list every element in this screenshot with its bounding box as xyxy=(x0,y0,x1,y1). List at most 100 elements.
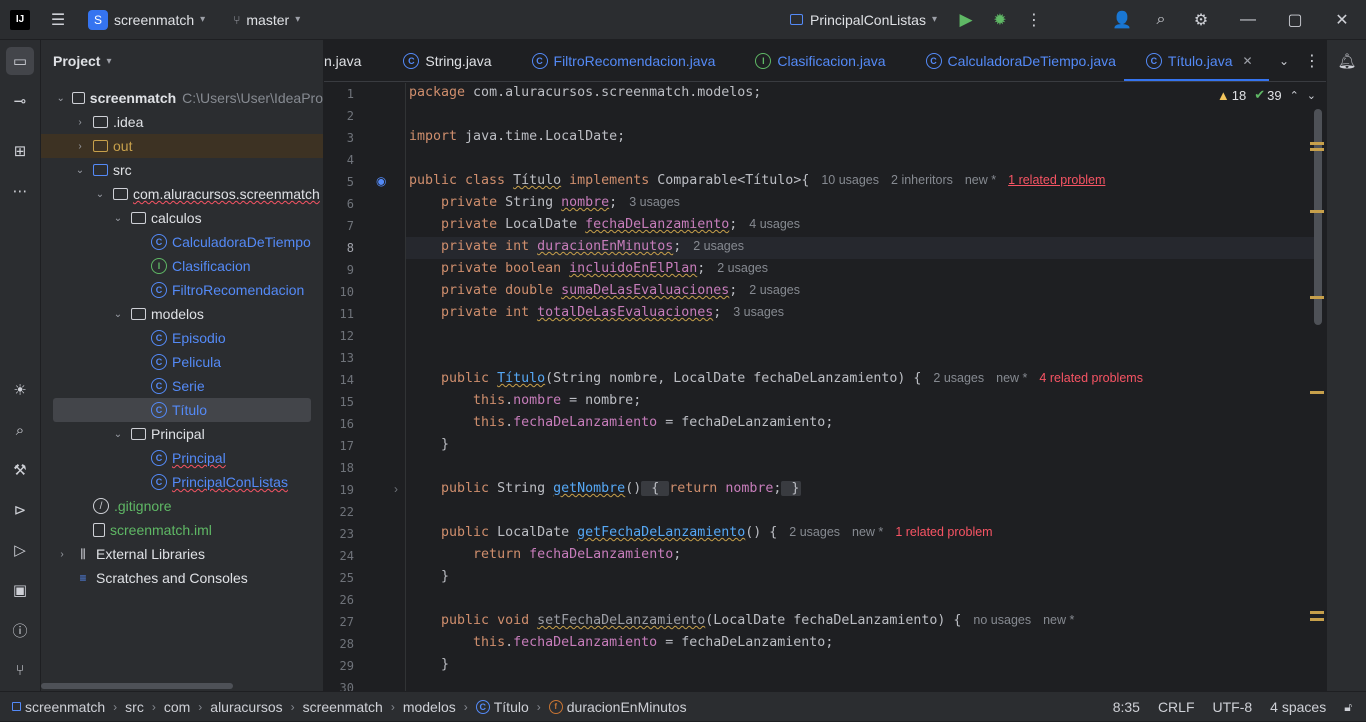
tree-item-iml[interactable]: screenmatch.iml xyxy=(41,518,323,542)
structure-icon[interactable]: ⊞ xyxy=(6,137,34,165)
debug-tool-icon[interactable]: ☀ xyxy=(6,376,34,404)
caret-position[interactable]: 8:35 xyxy=(1113,699,1140,715)
usages-hint[interactable]: 4 usages xyxy=(749,217,800,231)
tree-item-out[interactable]: › out xyxy=(41,134,323,158)
inspection-widget[interactable]: ▲ 18 ✔ 39 ⌃ ⌄ xyxy=(1217,87,1316,103)
warning-stripe[interactable] xyxy=(1310,210,1324,213)
tree-item-modelos[interactable]: ⌄ modelos xyxy=(41,302,323,326)
run-tool-icon[interactable]: ▷ xyxy=(6,536,34,564)
search-icon[interactable]: ⌕ xyxy=(1141,0,1181,40)
breadcrumb-item[interactable]: Título xyxy=(494,699,529,715)
find-icon[interactable]: ⌕ xyxy=(6,416,34,444)
file-encoding[interactable]: UTF-8 xyxy=(1213,699,1253,715)
build-icon[interactable]: ⚒ xyxy=(6,456,34,484)
maximize-icon[interactable]: ▢ xyxy=(1275,0,1315,40)
notifications-icon[interactable]: 🔔︎ xyxy=(1333,47,1361,75)
next-highlight-icon[interactable]: ⌄ xyxy=(1307,89,1316,102)
horizontal-scrollbar[interactable] xyxy=(41,683,233,689)
run-config-selector[interactable]: PrincipalConListas ▾ xyxy=(790,0,937,40)
usages-hint[interactable]: 3 usages xyxy=(733,305,784,319)
breadcrumb-item[interactable]: screenmatch xyxy=(303,699,383,715)
author-hint[interactable]: new * xyxy=(996,371,1027,385)
project-panel-header[interactable]: Project ▾ xyxy=(41,40,323,82)
usages-hint[interactable]: 2 usages xyxy=(933,371,984,385)
tree-item-principal[interactable]: C Principal xyxy=(41,446,323,470)
project-switcher[interactable]: S screenmatch ▾ xyxy=(88,0,205,40)
tab-calculadora-java[interactable]: C CalculadoraDeTiempo.java xyxy=(902,40,1132,81)
tree-item-package-root[interactable]: ⌄ com.aluracursos.screenmatch xyxy=(41,182,323,206)
fold-arrow-icon[interactable]: › xyxy=(394,482,398,496)
folded-region[interactable]: } xyxy=(781,481,802,496)
author-hint[interactable]: new * xyxy=(852,525,883,539)
tree-item-titulo[interactable]: C Título xyxy=(53,398,311,422)
tab-string-java[interactable]: C String.java xyxy=(377,40,507,81)
usages-hint[interactable]: no usages xyxy=(973,613,1031,627)
vcs-branch-widget[interactable]: ⑂ master ▾ xyxy=(233,0,300,40)
commit-icon[interactable]: ⊸ xyxy=(6,87,34,115)
related-problem-link[interactable]: 1 related problem xyxy=(895,525,992,539)
tab-clasificacion-java[interactable]: I Clasificacion.java xyxy=(731,40,901,81)
tree-item-scratches[interactable]: ≡ Scratches and Consoles xyxy=(41,566,323,590)
tree-item-episodio[interactable]: C Episodio xyxy=(41,326,323,350)
previous-highlight-icon[interactable]: ⌃ xyxy=(1290,89,1299,102)
code-with-me-icon[interactable]: 👤 xyxy=(1102,0,1142,40)
warning-stripe[interactable] xyxy=(1310,611,1324,614)
tree-item-calculadora[interactable]: C CalculadoraDeTiempo xyxy=(41,230,323,254)
intellij-logo[interactable]: IJ xyxy=(10,9,30,30)
read-only-lock-icon[interactable]: 🔓︎ xyxy=(1344,700,1352,715)
tab-list-chevron-icon[interactable]: ⌄ xyxy=(1270,41,1298,81)
usages-hint[interactable]: 10 usages xyxy=(821,173,879,187)
minimize-icon[interactable]: — xyxy=(1228,0,1268,40)
usages-hint[interactable]: 3 usages xyxy=(629,195,680,209)
tree-item-clasificacion[interactable]: I Clasificacion xyxy=(41,254,323,278)
tab-titulo-java[interactable]: C Título.java ✕ xyxy=(1123,40,1269,81)
more-actions-icon[interactable]: ⋮ xyxy=(1014,0,1054,40)
breadcrumb-item[interactable]: com xyxy=(164,699,190,715)
services-icon[interactable]: ⊳ xyxy=(6,496,34,524)
tree-item-principalconlistas[interactable]: C PrincipalConListas xyxy=(41,470,323,494)
warning-stripe[interactable] xyxy=(1310,618,1324,621)
breadcrumb-item[interactable]: aluracursos xyxy=(210,699,282,715)
tree-item-src[interactable]: ⌄ src xyxy=(41,158,323,182)
warning-stripe[interactable] xyxy=(1310,142,1324,145)
related-problem-link[interactable]: 1 related problem xyxy=(1008,173,1105,187)
breadcrumb-item[interactable]: screenmatch xyxy=(25,699,105,715)
project-folder-icon[interactable]: ▭ xyxy=(6,47,34,75)
terminal-icon[interactable]: ▣ xyxy=(6,576,34,604)
settings-icon[interactable]: ⚙ xyxy=(1181,0,1221,40)
line-separator[interactable]: CRLF xyxy=(1158,699,1195,715)
tree-item-serie[interactable]: C Serie xyxy=(41,374,323,398)
tree-item-filtro[interactable]: C FiltroRecomendacion xyxy=(41,278,323,302)
tree-item-idea[interactable]: › .idea xyxy=(41,110,323,134)
breadcrumb-item[interactable]: src xyxy=(125,699,144,715)
main-menu-icon[interactable]: ☰ xyxy=(38,0,78,40)
problems-icon[interactable]: ⓘ xyxy=(6,616,34,644)
tree-item-pelicula[interactable]: C Pelicula xyxy=(41,350,323,374)
tree-item-external-libraries[interactable]: › ⫼ External Libraries xyxy=(41,542,323,566)
usages-hint[interactable]: 2 usages xyxy=(693,239,744,253)
tree-item-gitignore[interactable]: / .gitignore xyxy=(41,494,323,518)
tab-more-icon[interactable]: ⋮ xyxy=(1298,41,1326,81)
warning-stripe[interactable] xyxy=(1310,391,1324,394)
tree-item-calculos[interactable]: ⌄ calculos xyxy=(41,206,323,230)
warning-stripe[interactable] xyxy=(1310,148,1324,151)
inheritors-hint[interactable]: 2 inheritors xyxy=(891,173,953,187)
tree-item-screenmatch[interactable]: ⌄ screenmatch C:\Users\User\IdeaPro xyxy=(41,86,323,110)
breadcrumb-item[interactable]: modelos xyxy=(403,699,456,715)
tab-filtro-java[interactable]: C FiltroRecomendacion.java xyxy=(508,40,732,81)
author-hint[interactable]: new * xyxy=(1043,613,1074,627)
usages-hint[interactable]: 2 usages xyxy=(717,261,768,275)
folded-region[interactable]: { xyxy=(641,481,670,496)
warning-stripe[interactable] xyxy=(1310,296,1324,299)
implemented-gutter-icon[interactable]: ◉ xyxy=(376,174,386,188)
usages-hint[interactable]: 2 usages xyxy=(749,283,800,297)
tab-n-java[interactable]: n.java xyxy=(324,40,377,81)
code-editor[interactable]: 1 2 3 4 5 6 7 8 9 10 11 12 13 14 15 16 1… xyxy=(324,83,1326,691)
related-problem-link[interactable]: 4 related problems xyxy=(1039,371,1143,385)
more-tools-icon[interactable]: ⋯ xyxy=(6,177,34,205)
close-icon[interactable]: ✕ xyxy=(1322,0,1362,40)
close-tab-icon[interactable]: ✕ xyxy=(1242,54,1252,68)
tree-item-principal-pkg[interactable]: ⌄ Principal xyxy=(41,422,323,446)
breadcrumb-item[interactable]: duracionEnMinutos xyxy=(567,699,687,715)
git-icon[interactable]: ⑂ xyxy=(6,656,34,684)
